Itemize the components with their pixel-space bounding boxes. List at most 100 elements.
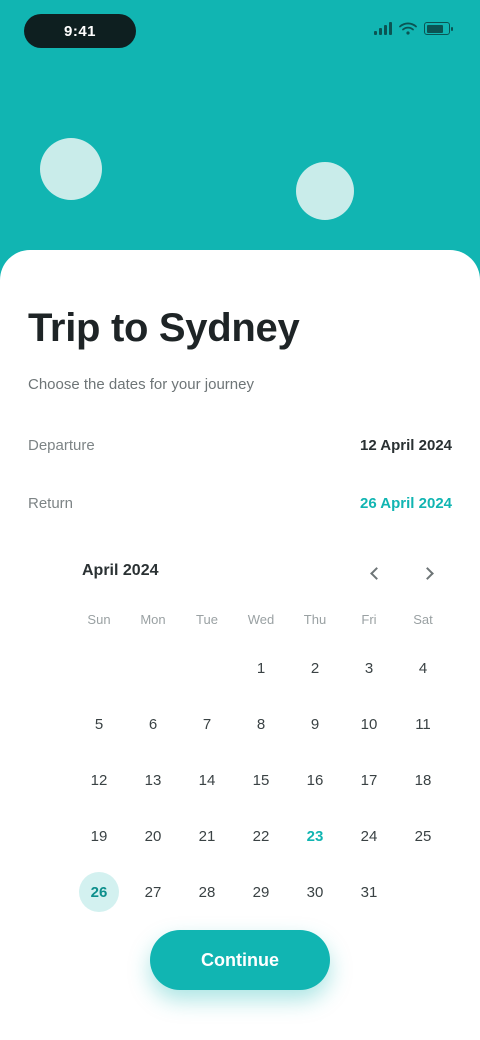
return-label: Return xyxy=(28,494,74,512)
calendar-day[interactable]: 6 xyxy=(126,696,180,752)
calendar-day[interactable]: 11 xyxy=(396,696,450,752)
calendar-day[interactable]: 28 xyxy=(180,864,234,920)
calendar-day[interactable]: 5 xyxy=(72,696,126,752)
continue-button[interactable]: Continue xyxy=(150,930,330,990)
wifi-icon xyxy=(399,22,417,35)
calendar-day[interactable]: 21 xyxy=(180,808,234,864)
calendar-day-number: 16 xyxy=(306,771,324,789)
weekday-label: Tue xyxy=(196,612,218,627)
calendar-day[interactable]: 1 xyxy=(234,640,288,696)
weekday-label: Sat xyxy=(413,612,433,627)
calendar-day-number: 30 xyxy=(306,883,324,901)
calendar-day[interactable]: 24 xyxy=(342,808,396,864)
calendar-day-number: 15 xyxy=(252,771,270,789)
calendar-empty-cell xyxy=(126,640,180,696)
calendar-day-number: 11 xyxy=(415,715,431,733)
status-bar: 9:41 xyxy=(0,0,480,64)
calendar-day-number: 20 xyxy=(144,827,162,845)
next-month-button[interactable] xyxy=(416,560,442,586)
phone-screen: 9:41 Trip to Sydney Choose the dates for… xyxy=(0,0,480,1040)
calendar-day[interactable]: 17 xyxy=(342,752,396,808)
calendar-day-number: 8 xyxy=(256,715,266,733)
return-value: 26 April 2024 xyxy=(360,494,452,512)
chevron-right-icon xyxy=(421,566,434,580)
calendar-day-number: 10 xyxy=(360,715,378,733)
calendar-day[interactable]: 2 xyxy=(288,640,342,696)
calendar-empty-cell xyxy=(396,864,450,920)
departure-value: 12 April 2024 xyxy=(360,436,452,454)
calendar-day[interactable]: 25 xyxy=(396,808,450,864)
calendar-day[interactable]: 22 xyxy=(234,808,288,864)
calendar-day-number: 29 xyxy=(252,883,270,901)
calendar-day[interactable]: 19 xyxy=(72,808,126,864)
signal-icon xyxy=(374,22,392,35)
weekday-header: Sun Mon Tue Wed Thu Fri Sat xyxy=(72,612,450,636)
calendar-day-number: 5 xyxy=(94,715,104,733)
calendar-day[interactable]: 15 xyxy=(234,752,288,808)
weekday-label: Thu xyxy=(303,612,327,627)
calendar-day-number: 17 xyxy=(360,771,378,789)
calendar-day-number: 4 xyxy=(418,659,428,677)
calendar-day-number: 18 xyxy=(414,771,432,789)
calendar-day-number: 25 xyxy=(414,827,432,845)
calendar-day-number: 21 xyxy=(198,827,216,845)
calendar-day[interactable]: 13 xyxy=(126,752,180,808)
calendar-day[interactable]: 23 xyxy=(288,808,342,864)
battery-icon xyxy=(424,22,453,35)
calendar-day-number: 23 xyxy=(306,827,324,845)
calendar-day-number: 22 xyxy=(252,827,270,845)
previous-month-button[interactable] xyxy=(362,560,388,586)
calendar-day-number: 7 xyxy=(202,715,212,733)
calendar-day-number: 9 xyxy=(310,715,320,733)
calendar-header: April 2024 xyxy=(44,554,460,590)
calendar-day[interactable]: 12 xyxy=(72,752,126,808)
calendar-day-number: 12 xyxy=(90,771,108,789)
calendar-days: 1 2 3 4 5 6 7 8 9 10 11 12 13 14 15 16 17 18 19 20 21 22 23 24 2… xyxy=(72,640,450,920)
calendar-day[interactable]: 31 xyxy=(342,864,396,920)
calendar-day[interactable]: 14 xyxy=(180,752,234,808)
calendar-day[interactable]: 18 xyxy=(396,752,450,808)
calendar-day-number: 2 xyxy=(310,659,320,677)
calendar-day[interactable]: 20 xyxy=(126,808,180,864)
departure-label: Departure xyxy=(28,436,95,454)
calendar-day-number: 13 xyxy=(144,771,162,789)
page-title: Trip to Sydney xyxy=(28,306,300,350)
weekday-label: Sun xyxy=(87,612,111,627)
calendar-day[interactable]: 30 xyxy=(288,864,342,920)
page-subtitle: Choose the dates for your journey xyxy=(28,376,254,393)
calendar-day[interactable]: 3 xyxy=(342,640,396,696)
calendar-empty-cell xyxy=(180,640,234,696)
calendar-empty-cell xyxy=(72,640,126,696)
calendar: April 2024 Sun Mon Tue Wed Thu Fri Sat 1234567… xyxy=(44,540,460,920)
content-sheet: Trip to Sydney Choose the dates for your… xyxy=(0,250,480,1040)
calendar-day-number: 31 xyxy=(360,883,378,901)
calendar-day[interactable]: 29 xyxy=(234,864,288,920)
decorative-bubble xyxy=(296,162,354,220)
status-icons xyxy=(374,22,453,35)
chevron-left-icon xyxy=(370,566,383,580)
calendar-day-number: 27 xyxy=(144,883,162,901)
return-row[interactable]: Return 26 April 2024 xyxy=(28,488,452,518)
weekday-label: Fri xyxy=(361,612,377,627)
calendar-day[interactable]: 4 xyxy=(396,640,450,696)
status-time: 9:41 xyxy=(24,14,136,48)
calendar-day[interactable]: 10 xyxy=(342,696,396,752)
calendar-day[interactable]: 8 xyxy=(234,696,288,752)
calendar-day[interactable]: 16 xyxy=(288,752,342,808)
decorative-bubble xyxy=(40,138,102,200)
weekday-label: Mon xyxy=(140,612,166,627)
calendar-month: April 2024 xyxy=(82,562,159,579)
calendar-day-number: 24 xyxy=(360,827,378,845)
calendar-day[interactable]: 9 xyxy=(288,696,342,752)
calendar-day-number: 1 xyxy=(256,659,266,677)
weekday-label: Wed xyxy=(247,612,275,627)
departure-row[interactable]: Departure 12 April 2024 xyxy=(28,430,452,460)
calendar-day-number: 6 xyxy=(148,715,158,733)
calendar-day[interactable]: 7 xyxy=(180,696,234,752)
calendar-day[interactable]: 26 xyxy=(72,864,126,920)
calendar-day[interactable]: 27 xyxy=(126,864,180,920)
calendar-day-number: 28 xyxy=(198,883,216,901)
calendar-day-number: 14 xyxy=(198,771,216,789)
calendar-day-number: 26 xyxy=(79,872,119,912)
calendar-day-number: 3 xyxy=(364,659,374,677)
